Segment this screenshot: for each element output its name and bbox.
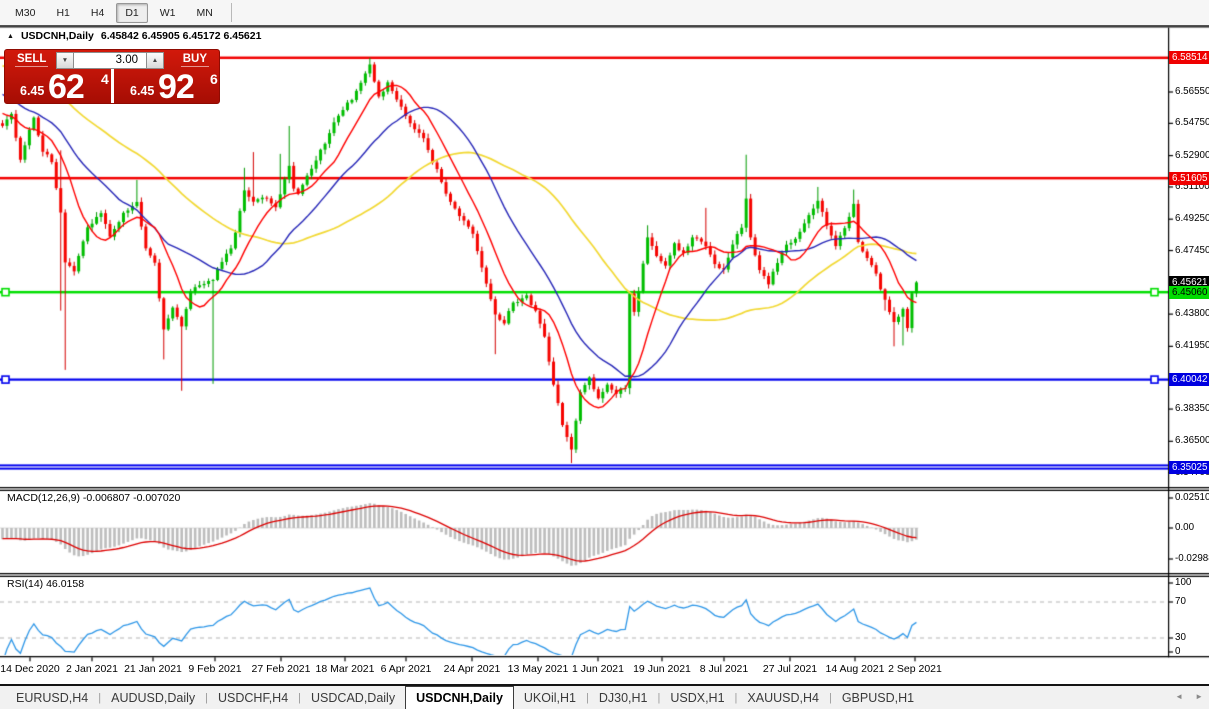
price-tick-label: 6.36500: [1175, 435, 1209, 447]
chart-ohlc-values: 6.45842 6.45905 6.45172 6.45621: [100, 30, 262, 42]
price-tick-label: 6.52900: [1175, 149, 1209, 161]
price-tick-label: 6.43800: [1175, 308, 1209, 320]
rsi-axis-tick-label: 100: [1175, 577, 1192, 588]
rsi-axis-tick-label: 0: [1175, 646, 1181, 657]
date-tick-label: 2 Jan 2021: [66, 663, 118, 675]
chart-title: ▲ USDCNH,Daily 6.45842 6.45905 6.45172 6…: [7, 30, 261, 42]
timeframe-button-m30[interactable]: M30: [6, 3, 44, 23]
rsi-indicator-label: RSI(14) 46.0158: [7, 578, 85, 590]
price-badge-6-58514: 6.58514: [1169, 51, 1209, 65]
chevron-down-icon: ▼: [61, 57, 69, 64]
tab-usdchf-h4[interactable]: USDCHF,H4: [208, 686, 298, 709]
tab-gbpusd-h1[interactable]: GBPUSD,H1: [832, 686, 924, 709]
volume-stepper: ▼ 3.00 ▲: [56, 52, 164, 69]
timeframe-button-w1[interactable]: W1: [151, 3, 185, 23]
tab-xauusd-h4[interactable]: XAUUSD,H4: [737, 686, 829, 709]
date-tick-label: 14 Dec 2020: [0, 663, 60, 675]
tab-usdcnh-daily[interactable]: USDCNH,Daily: [405, 686, 514, 709]
timeframe-button-h4[interactable]: H4: [82, 3, 113, 23]
sell-price-pips[interactable]: 62: [48, 68, 85, 107]
buy-price-pips[interactable]: 92: [158, 68, 195, 107]
scroll-tabs-left-icon[interactable]: ◄: [1175, 692, 1183, 701]
tab-ukoil-h1[interactable]: UKOil,H1: [514, 686, 586, 709]
buy-price-big-figure: 6.45: [130, 84, 155, 98]
date-tick-label: 9 Feb 2021: [188, 663, 242, 675]
toolbar-separator: [230, 3, 232, 22]
rsi-axis-tick-label: 30: [1175, 632, 1186, 643]
collapse-chart-icon[interactable]: ▲: [7, 33, 14, 40]
price-tick-label: 6.38350: [1175, 403, 1209, 415]
chevron-up-icon: ▲: [151, 57, 159, 64]
sell-price-big-figure: 6.45: [20, 84, 45, 98]
tab-dj30-h1[interactable]: DJ30,H1: [589, 686, 658, 709]
date-tick-label: 27 Feb 2021: [251, 663, 311, 675]
tab-scroll-controls: ◄ ►: [1175, 684, 1203, 709]
price-badge-6-35025: 6.35025: [1169, 460, 1209, 474]
date-tick-label: 2 Sep 2021: [888, 663, 942, 675]
price-tick-label: 6.41950: [1175, 340, 1209, 352]
date-tick-label: 13 May 2021: [507, 663, 569, 675]
timeframe-button-mn[interactable]: MN: [188, 3, 222, 23]
scroll-tabs-right-icon[interactable]: ►: [1195, 692, 1203, 701]
price-tick-label: 6.49250: [1175, 213, 1209, 225]
chart-symbol-label: USDCNH,Daily: [20, 30, 94, 42]
price-badge-6-51605: 6.51605: [1169, 171, 1209, 185]
date-tick-label: 24 Apr 2021: [443, 663, 501, 675]
buy-button[interactable]: BUY: [180, 53, 209, 67]
price-tick-label: 6.56550: [1175, 86, 1209, 97]
symbol-tab-bar: EURUSD,H4 | AUDUSD,Daily | USDCHF,H4 | USDCAD,…: [0, 684, 1209, 709]
tab-usdcad-daily[interactable]: USDCAD,Daily: [301, 686, 405, 709]
date-tick-label: 8 Jul 2021: [699, 663, 749, 675]
trading-terminal-window: M30 H1 H4 D1 W1 MN ▲ USDCNH,Daily 6.45842 6.4…: [0, 0, 1209, 709]
timeframe-toolbar: M30 H1 H4 D1 W1 MN: [0, 0, 1209, 25]
rsi-axis-tick-label: 70: [1175, 596, 1186, 607]
macd-axis-tick-label: -0.029881: [1175, 553, 1209, 564]
buy-price-pipette: 6: [210, 71, 218, 87]
volume-increase-button[interactable]: ▲: [146, 52, 164, 69]
sell-button[interactable]: SELL: [15, 53, 49, 67]
sell-price-pipette: 4: [101, 71, 109, 87]
date-tick-label: 21 Jan 2021: [124, 663, 182, 675]
trade-panel-divider: [111, 69, 114, 103]
volume-decrease-button[interactable]: ▼: [56, 52, 74, 69]
tab-eurusd-h4[interactable]: EURUSD,H4: [6, 686, 98, 709]
date-tick-label: 1 Jun 2021: [572, 663, 624, 675]
date-tick-label: 14 Aug 2021: [825, 663, 885, 675]
macd-indicator-label: MACD(12,26,9) -0.006807 -0.007020: [7, 492, 181, 504]
date-tick-label: 6 Apr 2021: [380, 663, 432, 675]
price-badge-6-40042: 6.40042: [1169, 373, 1209, 387]
price-tick-label: 6.47450: [1175, 244, 1209, 256]
price-badge-6-45060: 6.45060: [1169, 285, 1209, 299]
price-tick-label: 6.54750: [1175, 117, 1209, 129]
tab-usdx-h1[interactable]: USDX,H1: [660, 686, 734, 709]
timeframe-button-d1[interactable]: D1: [116, 2, 148, 23]
date-tick-label: 18 Mar 2021: [315, 663, 375, 675]
one-click-trading-panel: SELL ▼ 3.00 ▲ BUY 6.45 62 4 6.45 92 6: [4, 49, 220, 107]
macd-axis-tick-label: 0.025108: [1175, 492, 1209, 503]
tab-audusd-daily[interactable]: AUDUSD,Daily: [101, 686, 205, 709]
date-tick-label: 19 Jun 2021: [633, 663, 691, 675]
date-tick-label: 27 Jul 2021: [762, 663, 818, 675]
timeframe-button-h1[interactable]: H1: [47, 3, 78, 23]
macd-axis-tick-label: 0.00: [1175, 522, 1195, 533]
volume-field[interactable]: 3.00: [74, 52, 146, 69]
